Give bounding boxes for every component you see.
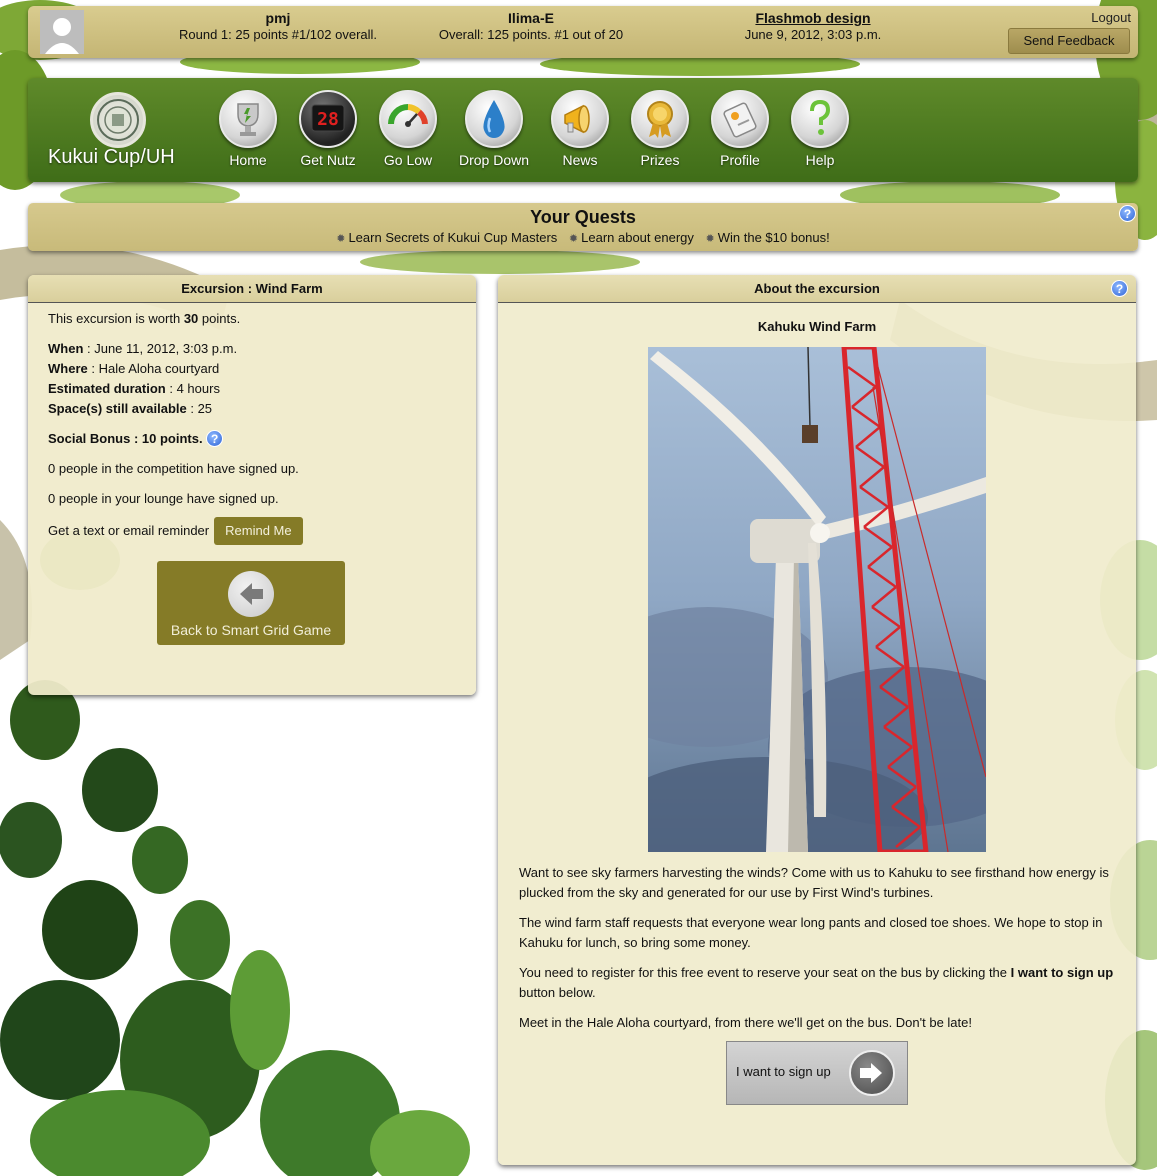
excursion-where: Where : Hale Aloha courtyard: [48, 361, 220, 376]
wind-turbine-photo: [648, 347, 986, 852]
avatar-silhouette-icon: [40, 10, 84, 54]
description-paragraph: Want to see sky farmers harvesting the w…: [519, 865, 1109, 900]
arrow-right-icon: [849, 1050, 895, 1096]
user-avatar[interactable]: [40, 10, 84, 54]
sign-up-button[interactable]: I want to sign up: [726, 1041, 908, 1105]
megaphone-icon: [551, 90, 609, 148]
nav-prizes[interactable]: Prizes: [620, 90, 700, 168]
quests-title: Your Quests: [530, 207, 636, 227]
user-name[interactable]: pmj: [128, 10, 428, 26]
medal-icon: [631, 90, 689, 148]
nav-help[interactable]: Help: [780, 90, 860, 168]
main-navigation: Kukui Cup/UH Home 28 Get Nutz Go Low Dro…: [28, 78, 1138, 182]
trophy-icon: [219, 90, 277, 148]
competition-signups: 0 people in the competition have signed …: [48, 461, 299, 476]
gear-icon: ✹: [336, 233, 346, 245]
quest-item[interactable]: ✹ Win the $10 bonus!: [706, 230, 830, 245]
team-status: Overall: 125 points. #1 out of 20: [438, 27, 624, 42]
gauge-icon: [379, 90, 437, 148]
arrow-left-icon: [228, 571, 274, 617]
sign-up-label: I want to sign up: [736, 1064, 831, 1079]
quests-bar: Your Quests ✹ Learn Secrets of Kukui Cup …: [28, 203, 1138, 251]
remind-me-button[interactable]: Remind Me: [214, 517, 303, 545]
description-paragraph: Meet in the Hale Aloha courtyard, from t…: [519, 1015, 972, 1030]
user-round-status: Round 1: 25 points #1/102 overall.: [178, 27, 378, 42]
brand-name[interactable]: Kukui Cup/UH: [48, 146, 175, 169]
quest-list: ✹ Learn Secrets of Kukui Cup Masters ✹ Lea…: [28, 230, 1138, 245]
excursion-when: When : June 11, 2012, 3:03 p.m.: [48, 341, 238, 356]
excursion-points: 30: [183, 311, 199, 326]
about-panel-header: About the excursion ?: [498, 275, 1136, 303]
excursion-description: Want to see sky farmers harvesting the w…: [519, 863, 1119, 1043]
quest-label: Win the $10 bonus!: [717, 230, 830, 245]
social-bonus-help-icon[interactable]: ?: [206, 430, 224, 447]
back-to-smart-grid-button[interactable]: Back to Smart Grid Game: [157, 561, 345, 645]
about-panel-title: About the excursion: [754, 281, 880, 296]
nav-profile-label: Profile: [720, 152, 760, 168]
excursion-panel-title: Excursion : Wind Farm: [28, 275, 476, 303]
team-info: Ilima-E Overall: 125 points. #1 out of 2…: [416, 10, 646, 44]
nav-home-label: Home: [229, 152, 267, 168]
excursion-duration: Estimated duration : 4 hours: [48, 381, 220, 396]
scoreboard-counter: 28: [317, 109, 339, 130]
quests-help-icon[interactable]: ?: [1119, 205, 1136, 222]
reminder-row: Get a text or email reminder Remind Me: [48, 517, 456, 545]
about-help-icon[interactable]: ?: [1111, 280, 1128, 297]
seal-icon: [97, 99, 139, 141]
back-button-label: Back to Smart Grid Game: [170, 622, 332, 638]
lounge-signups: 0 people in your lounge have signed up.: [48, 491, 279, 506]
top-status-bar: pmj Round 1: 25 points #1/102 overall. I…: [28, 6, 1138, 58]
university-seal-logo[interactable]: [90, 92, 146, 148]
excursion-worth: This excursion is worth 30 points.: [48, 311, 241, 326]
quest-item[interactable]: ✹ Learn about energy: [569, 230, 698, 245]
event-datetime: June 9, 2012, 3:03 p.m.: [744, 27, 882, 42]
team-name: Ilima-E: [508, 10, 554, 26]
excursion-spaces: Space(s) still available : 25: [48, 401, 213, 416]
about-excursion-panel: About the excursion ? Kahuku Wind Farm W…: [498, 275, 1136, 1165]
id-tag-icon: [711, 90, 769, 148]
nav-help-label: Help: [805, 152, 835, 168]
quest-label: Learn about energy: [581, 230, 694, 245]
description-paragraph: You need to register for this free event…: [519, 965, 1114, 1000]
gear-icon: ✹: [705, 233, 715, 245]
nav-go-low[interactable]: Go Low: [368, 90, 448, 168]
nav-go-low-label: Go Low: [383, 152, 433, 168]
water-drop-icon: [465, 90, 523, 148]
quest-item[interactable]: ✹ Learn Secrets of Kukui Cup Masters: [336, 230, 561, 245]
quest-label: Learn Secrets of Kukui Cup Masters: [348, 230, 558, 245]
nav-drop-down[interactable]: Drop Down: [454, 90, 534, 168]
excursion-details: This excursion is worth 30 points. When …: [28, 303, 476, 551]
nav-news-label: News: [562, 152, 598, 168]
gear-icon: ✹: [568, 233, 579, 245]
nav-home[interactable]: Home: [208, 90, 288, 168]
nav-prizes-label: Prizes: [640, 152, 680, 168]
scoreboard-icon: 28: [299, 90, 357, 148]
upcoming-event: Flashmob design June 9, 2012, 3:03 p.m.: [688, 10, 938, 44]
nav-profile[interactable]: Profile: [700, 90, 780, 168]
user-info: pmj Round 1: 25 points #1/102 overall.: [128, 10, 428, 44]
logout-link[interactable]: Logout: [1091, 10, 1131, 25]
description-paragraph: The wind farm staff requests that everyo…: [519, 915, 1103, 950]
nav-news[interactable]: News: [540, 90, 620, 168]
wind-turbine-crane-image: [648, 347, 986, 852]
nav-get-nutz-label: Get Nutz: [300, 152, 356, 168]
nav-drop-down-label: Drop Down: [458, 152, 530, 168]
nav-get-nutz[interactable]: 28 Get Nutz: [288, 90, 368, 168]
event-link[interactable]: Flashmob design: [688, 10, 938, 26]
excursion-name: Kahuku Wind Farm: [757, 319, 877, 334]
excursion-details-panel: Excursion : Wind Farm This excursion is …: [28, 275, 476, 695]
reminder-text: Get a text or email reminder: [48, 523, 210, 538]
send-feedback-button[interactable]: Send Feedback: [1008, 28, 1130, 54]
question-icon: [791, 90, 849, 148]
social-bonus: Social Bonus : 10 points. ?: [48, 429, 456, 449]
